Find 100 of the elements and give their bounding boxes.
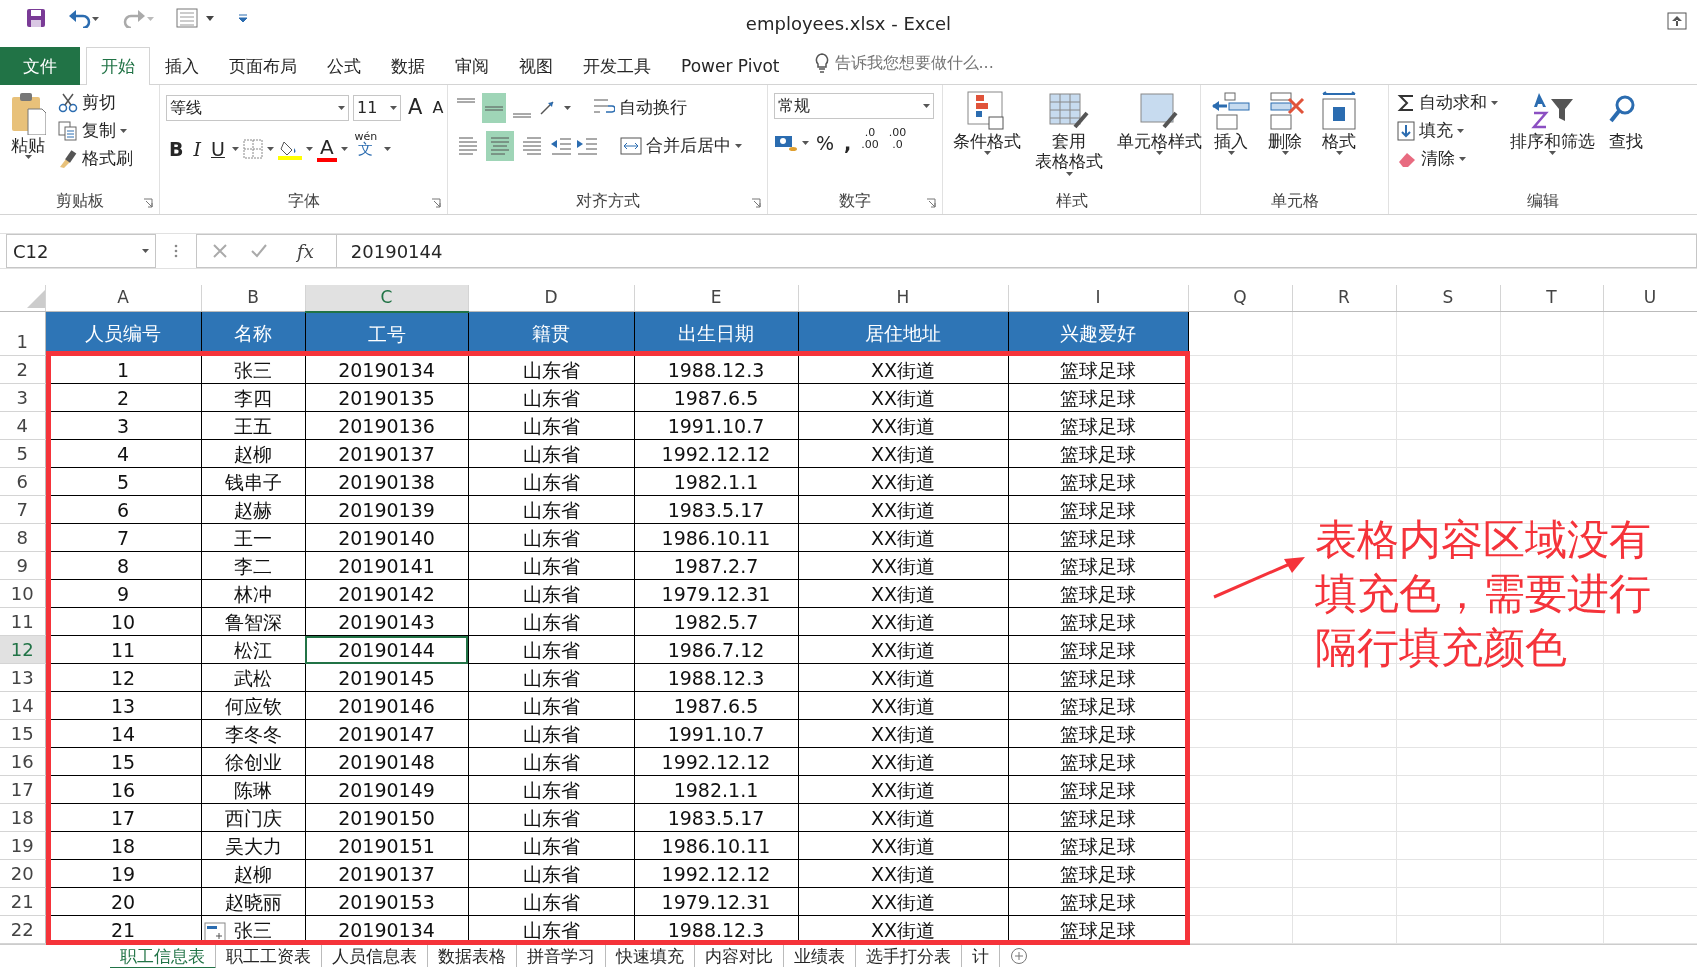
row-header[interactable]: 7 <box>0 495 45 524</box>
phonetic-button[interactable]: wén 文 <box>351 131 381 167</box>
sheet-tab[interactable]: 选手打分表 <box>856 945 962 967</box>
font-size-field[interactable]: 11 <box>353 95 401 121</box>
copy-button[interactable]: 复制 <box>56 117 135 145</box>
autosum-button[interactable]: 自动求和 <box>1395 89 1500 117</box>
column-header[interactable]: A <box>45 285 201 312</box>
dialog-launcher-icon[interactable] <box>751 198 761 208</box>
font-name-field[interactable]: 等线 <box>166 95 349 121</box>
row-header[interactable]: 13 <box>0 663 45 692</box>
delete-cells-button[interactable]: 删除 <box>1261 89 1309 188</box>
conditional-format-button[interactable]: 条件格式 <box>949 89 1025 188</box>
row-header[interactable]: 1 <box>0 311 45 356</box>
row-header[interactable]: 4 <box>0 411 45 440</box>
name-box[interactable]: C12 <box>6 234 156 268</box>
ribbon-tab[interactable]: 插入 <box>150 46 214 85</box>
row-header[interactable]: 14 <box>0 691 45 720</box>
format-painter-button[interactable]: 格式刷 <box>56 145 135 173</box>
column-header[interactable]: T <box>1500 285 1603 312</box>
dialog-launcher-icon[interactable] <box>431 198 441 208</box>
underline-button[interactable]: U <box>208 134 228 164</box>
column-header[interactable]: Q <box>1188 285 1292 312</box>
row-header[interactable]: 22 <box>0 915 45 944</box>
find-button[interactable]: 查找 <box>1605 89 1647 188</box>
form-icon[interactable] <box>176 8 216 28</box>
sheet-tab[interactable]: 职工工资表 <box>216 945 322 967</box>
row-header[interactable]: 18 <box>0 803 45 832</box>
format-as-table-button[interactable]: 套用 表格格式 <box>1031 89 1107 188</box>
sheet-tab[interactable]: 业绩表 <box>784 945 856 967</box>
sheet-tab[interactable]: 快速填充 <box>606 945 695 967</box>
caret-icon[interactable] <box>231 147 239 151</box>
shrink-font-button[interactable]: A <box>429 93 447 123</box>
column-header[interactable]: B <box>201 285 305 312</box>
column-header[interactable]: E <box>634 285 798 312</box>
cut-button[interactable]: 剪切 <box>56 89 135 117</box>
paste-button[interactable]: 粘贴 <box>6 89 50 188</box>
column-header[interactable]: I <box>1008 285 1188 312</box>
dialog-launcher-icon[interactable] <box>926 198 936 208</box>
sheet-tab[interactable]: 数据表格 <box>428 945 517 967</box>
comma-button[interactable]: , <box>841 128 855 158</box>
decrease-indent-icon[interactable] <box>550 136 572 156</box>
more-icon[interactable] <box>174 244 178 258</box>
tell-me-field[interactable]: 告诉我您想要做什么... <box>832 50 1043 76</box>
sheet-tab[interactable]: 内容对比 <box>695 945 784 967</box>
fill-button[interactable]: 填充 <box>1395 117 1500 145</box>
caret-icon[interactable] <box>384 147 392 151</box>
ribbon-tab[interactable]: 视图 <box>504 46 568 85</box>
caret-icon[interactable] <box>564 106 571 110</box>
format-cells-button[interactable]: 格式 <box>1315 89 1363 188</box>
ribbon-display-icon[interactable] <box>1667 12 1687 30</box>
ribbon-tab[interactable]: 审阅 <box>440 46 504 85</box>
row-header[interactable]: 21 <box>0 887 45 916</box>
row-header[interactable]: 20 <box>0 859 45 888</box>
percent-button[interactable]: % <box>813 128 838 158</box>
row-header[interactable]: 8 <box>0 523 45 552</box>
row-header[interactable]: 17 <box>0 775 45 804</box>
increase-decimal-button[interactable]: .0 .00 <box>858 127 882 159</box>
italic-button[interactable]: I <box>190 134 204 164</box>
formula-value[interactable]: 20190144 <box>350 237 443 265</box>
row-header[interactable]: 19 <box>0 831 45 860</box>
wrap-text-button[interactable]: 自动换行 <box>591 94 689 122</box>
column-header[interactable]: C <box>305 285 468 312</box>
sort-filter-button[interactable]: 排序和筛选 <box>1506 89 1599 188</box>
ribbon-tab[interactable]: 页面布局 <box>214 46 312 85</box>
row-header[interactable]: 11 <box>0 607 45 636</box>
row-header[interactable]: 10 <box>0 579 45 608</box>
clear-button[interactable]: 清除 <box>1395 145 1500 173</box>
undo-icon[interactable] <box>68 8 100 28</box>
column-header[interactable]: S <box>1396 285 1500 312</box>
row-header[interactable]: 2 <box>0 355 45 384</box>
number-format-field[interactable]: 常规 <box>774 93 934 119</box>
ribbon-tab[interactable]: 公式 <box>312 46 376 85</box>
grow-font-button[interactable]: A <box>405 93 426 123</box>
caret-icon[interactable] <box>305 147 313 151</box>
dialog-launcher-icon[interactable] <box>143 198 153 208</box>
caret-icon[interactable] <box>340 147 348 151</box>
sheet-tab[interactable]: 拼音学习 <box>517 945 606 967</box>
currency-icon[interactable] <box>774 133 798 153</box>
sheet-tab[interactable]: 人员信息表 <box>322 945 428 967</box>
column-header[interactable]: U <box>1603 285 1697 312</box>
row-header[interactable]: 12 <box>0 635 45 664</box>
ribbon-tab[interactable]: 开发工具 <box>568 46 666 85</box>
increase-indent-icon[interactable] <box>576 136 598 156</box>
caret-icon[interactable] <box>802 141 809 145</box>
cell-styles-button[interactable]: 单元格样式 <box>1113 89 1206 188</box>
insert-function-button[interactable]: fx <box>291 236 320 266</box>
sheet-tab[interactable]: 职工信息表 <box>110 945 216 968</box>
column-header[interactable]: R <box>1292 285 1396 312</box>
ribbon-tab[interactable]: 文件 <box>0 46 80 85</box>
row-header[interactable]: 3 <box>0 383 45 412</box>
column-header[interactable]: H <box>798 285 1008 312</box>
bold-button[interactable]: B <box>166 134 187 164</box>
decrease-decimal-button[interactable]: .00 .0 <box>885 127 910 159</box>
row-header[interactable]: 5 <box>0 439 45 468</box>
merge-center-button[interactable]: 合并后居中 <box>618 132 744 160</box>
row-header[interactable]: 6 <box>0 467 45 496</box>
caret-icon[interactable] <box>266 147 274 151</box>
add-sheet-icon[interactable] <box>1010 947 1028 965</box>
ribbon-tab[interactable]: 数据 <box>376 46 440 85</box>
font-color-button[interactable]: A <box>316 136 337 162</box>
